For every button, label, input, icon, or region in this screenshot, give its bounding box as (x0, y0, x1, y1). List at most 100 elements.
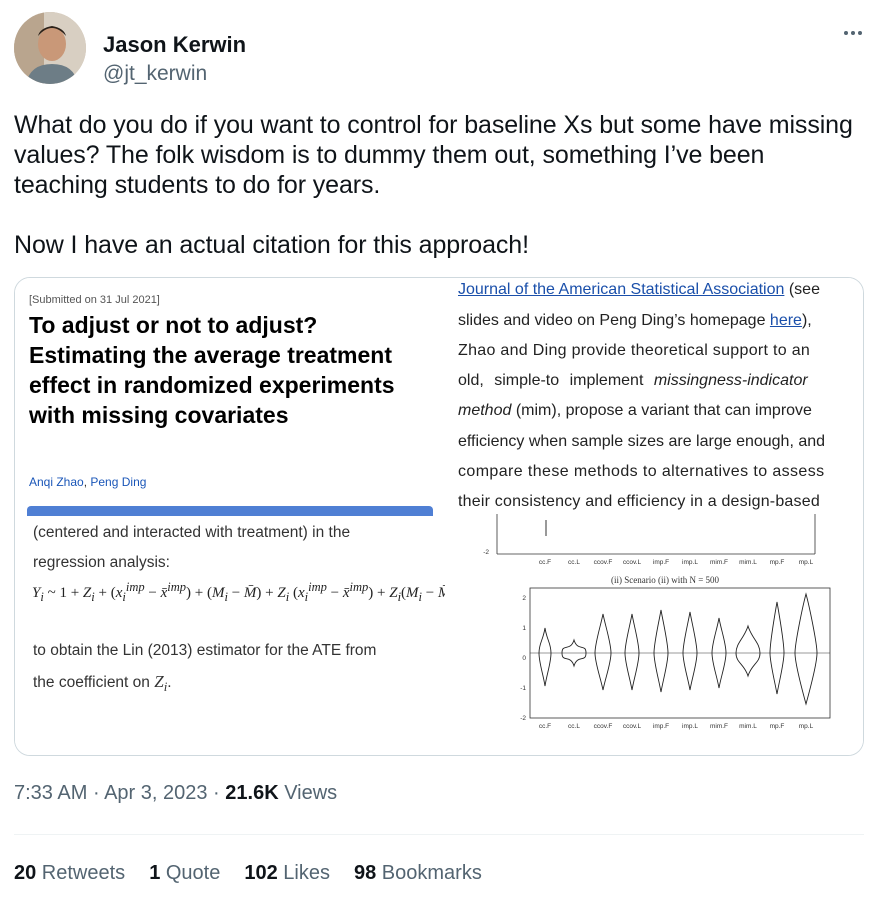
tweet-meta: 7:33 AM · Apr 3, 2023 · 21.6K Views (14, 782, 337, 805)
paper-title: To adjust or not to adjust? Estimating t… (29, 312, 395, 428)
x-tick-label: imp.L (682, 559, 698, 566)
y-tick-label: 2 (522, 595, 526, 602)
journal-text-image[interactable]: Journal of the American Statistical Asso… (445, 278, 863, 514)
excerpt-text: the coefficient on (33, 674, 155, 691)
journal-text: (see (784, 281, 820, 298)
retweets-count: 20 (14, 862, 37, 884)
y-tick-label: -2 (520, 715, 526, 722)
violin-shape (769, 601, 785, 695)
excerpt-line: to obtain the Lin (2013) estimator for t… (33, 642, 377, 659)
x-tick-label: mim.F (710, 559, 728, 566)
math-var: Z (154, 672, 164, 691)
violin-plot-svg: -2 cc.F cc.L ccov.F ccov.L imp.F imp.L mim.F mi… (483, 514, 831, 730)
x-tick-label: mim.L (739, 559, 757, 566)
x-tick-label: ccov.F (594, 723, 613, 730)
journal-line: method (mim), propose a variant that can… (458, 402, 812, 420)
blue-bar (27, 506, 433, 516)
views-label: Views (278, 782, 338, 804)
violin-shape (538, 627, 552, 687)
bookmarks-label: Bookmarks (376, 862, 482, 884)
paper-authors: Anqi Zhao, Peng Ding (29, 475, 146, 489)
excerpt-line: (centered and interacted with treatment)… (33, 524, 351, 541)
journal-text: missingness-indicator (653, 372, 808, 389)
excerpt-line: the coefficient on Zi. (33, 672, 172, 695)
retweets-label: Retweets (36, 862, 126, 884)
journal-line: slides and video on Peng Ding’s homepage… (458, 312, 812, 330)
likes-count: 102 (244, 862, 278, 884)
journal-text: (mim), propose a variant that can improv… (511, 402, 812, 419)
tweet-date[interactable]: Apr 3, 2023 (104, 782, 207, 804)
y-tick-label: 0 (522, 655, 526, 662)
top-y-tick: -2 (483, 549, 489, 556)
journal-line: Zhao and Ding provide theoretical suppor… (458, 342, 811, 359)
violin-shape (624, 613, 640, 691)
x-tick-label: mp.F (770, 723, 785, 730)
x-tick-label: mim.L (739, 723, 757, 730)
tweet-header: Jason Kerwin @jt_kerwin (14, 12, 869, 87)
paper-author: Peng Ding (90, 475, 147, 489)
excerpt-line: regression analysis: (33, 554, 170, 571)
y-tick-label: 1 (522, 625, 526, 632)
here-link: here (769, 312, 802, 329)
violin-shape (653, 609, 669, 693)
journal-text: ), (801, 312, 812, 329)
bookmarks-stat[interactable]: 98 Bookmarks (354, 862, 482, 885)
x-tick-label: mp.F (770, 559, 785, 566)
x-tick-label: ccov.L (623, 559, 642, 566)
tweet-text: What do you do if you want to control fo… (14, 110, 864, 260)
x-tick-label: mp.L (799, 559, 814, 566)
journal-link: Journal of the American Statistical Asso… (458, 281, 785, 298)
paper-header-image[interactable]: [Submitted on 31 Jul 2021] To adjust or … (15, 278, 445, 508)
x-tick-label: cc.L (568, 559, 580, 566)
bookmarks-count: 98 (353, 862, 377, 884)
likes-label: Likes (277, 862, 330, 884)
avatar-image (14, 12, 86, 84)
submission-date: [Submitted on 31 Jul 2021] (29, 294, 160, 306)
journal-text: method (458, 402, 512, 419)
meta-separator: · (87, 782, 105, 804)
divider (14, 834, 864, 835)
retweets-stat[interactable]: 20 Retweets (14, 862, 125, 885)
author-handle[interactable]: @jt_kerwin (103, 62, 207, 86)
quotes-stat[interactable]: 1 Quote (149, 862, 220, 885)
x-tick-label: imp.F (653, 559, 669, 566)
regression-excerpt-image[interactable]: (centered and interacted with treatment)… (15, 516, 456, 755)
tweet-paragraph: What do you do if you want to control fo… (14, 111, 853, 199)
excerpt-text: . (167, 674, 172, 691)
y-tick-label: -1 (520, 685, 526, 692)
x-tick-label: ccov.L (623, 723, 642, 730)
tweet-media-grid[interactable]: [Submitted on 31 Jul 2021] To adjust or … (14, 277, 864, 756)
violin-plot-image[interactable]: -2 cc.F cc.L ccov.F ccov.L imp.F imp.L mim.F mi… (445, 514, 863, 755)
tweet-paragraph: Now I have an actual citation for this a… (14, 231, 529, 259)
violin-shape (594, 613, 612, 691)
journal-line: their consistency and efficiency in a de… (458, 493, 820, 510)
paper-author: Anqi Zhao (29, 475, 84, 489)
journal-line: compare these methods to alternatives to… (458, 463, 825, 480)
x-tick-label: cc.F (539, 723, 551, 730)
x-tick-label: imp.F (653, 723, 669, 730)
meta-separator: · (207, 782, 226, 804)
journal-line: efficiency when sample sizes are large e… (458, 433, 826, 450)
likes-stat[interactable]: 102 Likes (244, 862, 330, 885)
quotes-count: 1 (149, 862, 161, 884)
quotes-label: Quote (160, 862, 221, 884)
tweet-time[interactable]: 7:33 AM (14, 782, 87, 804)
violin-shape (794, 592, 818, 706)
regression-equation: Yi ~ 1 + Zi + (xiimp − x̄imp) + (Mi − M̄… (32, 580, 456, 604)
engagement-stats: 20 Retweets 1 Quote 102 Likes 98 Bookmar… (14, 862, 482, 885)
journal-text: slides and video on Peng Ding’s homepage (458, 312, 770, 329)
journal-text: old, simple-to implement (458, 372, 654, 389)
x-tick-label: cc.L (568, 723, 580, 730)
x-tick-label: ccov.F (594, 559, 613, 566)
x-tick-label: mim.F (710, 723, 728, 730)
avatar[interactable] (14, 12, 86, 84)
violin-shape (682, 611, 698, 691)
journal-line: old, simple-to implement missingness-ind… (458, 372, 808, 390)
journal-line: Journal of the American Statistical Asso… (458, 281, 820, 299)
x-tick-label: cc.F (539, 559, 551, 566)
scenario-label: (ii) Scenario (ii) with N = 500 (611, 575, 720, 585)
author-name[interactable]: Jason Kerwin (103, 32, 246, 58)
violin-shape (735, 624, 761, 678)
more-options-icon[interactable] (837, 22, 869, 44)
views-count: 21.6K (225, 782, 279, 804)
